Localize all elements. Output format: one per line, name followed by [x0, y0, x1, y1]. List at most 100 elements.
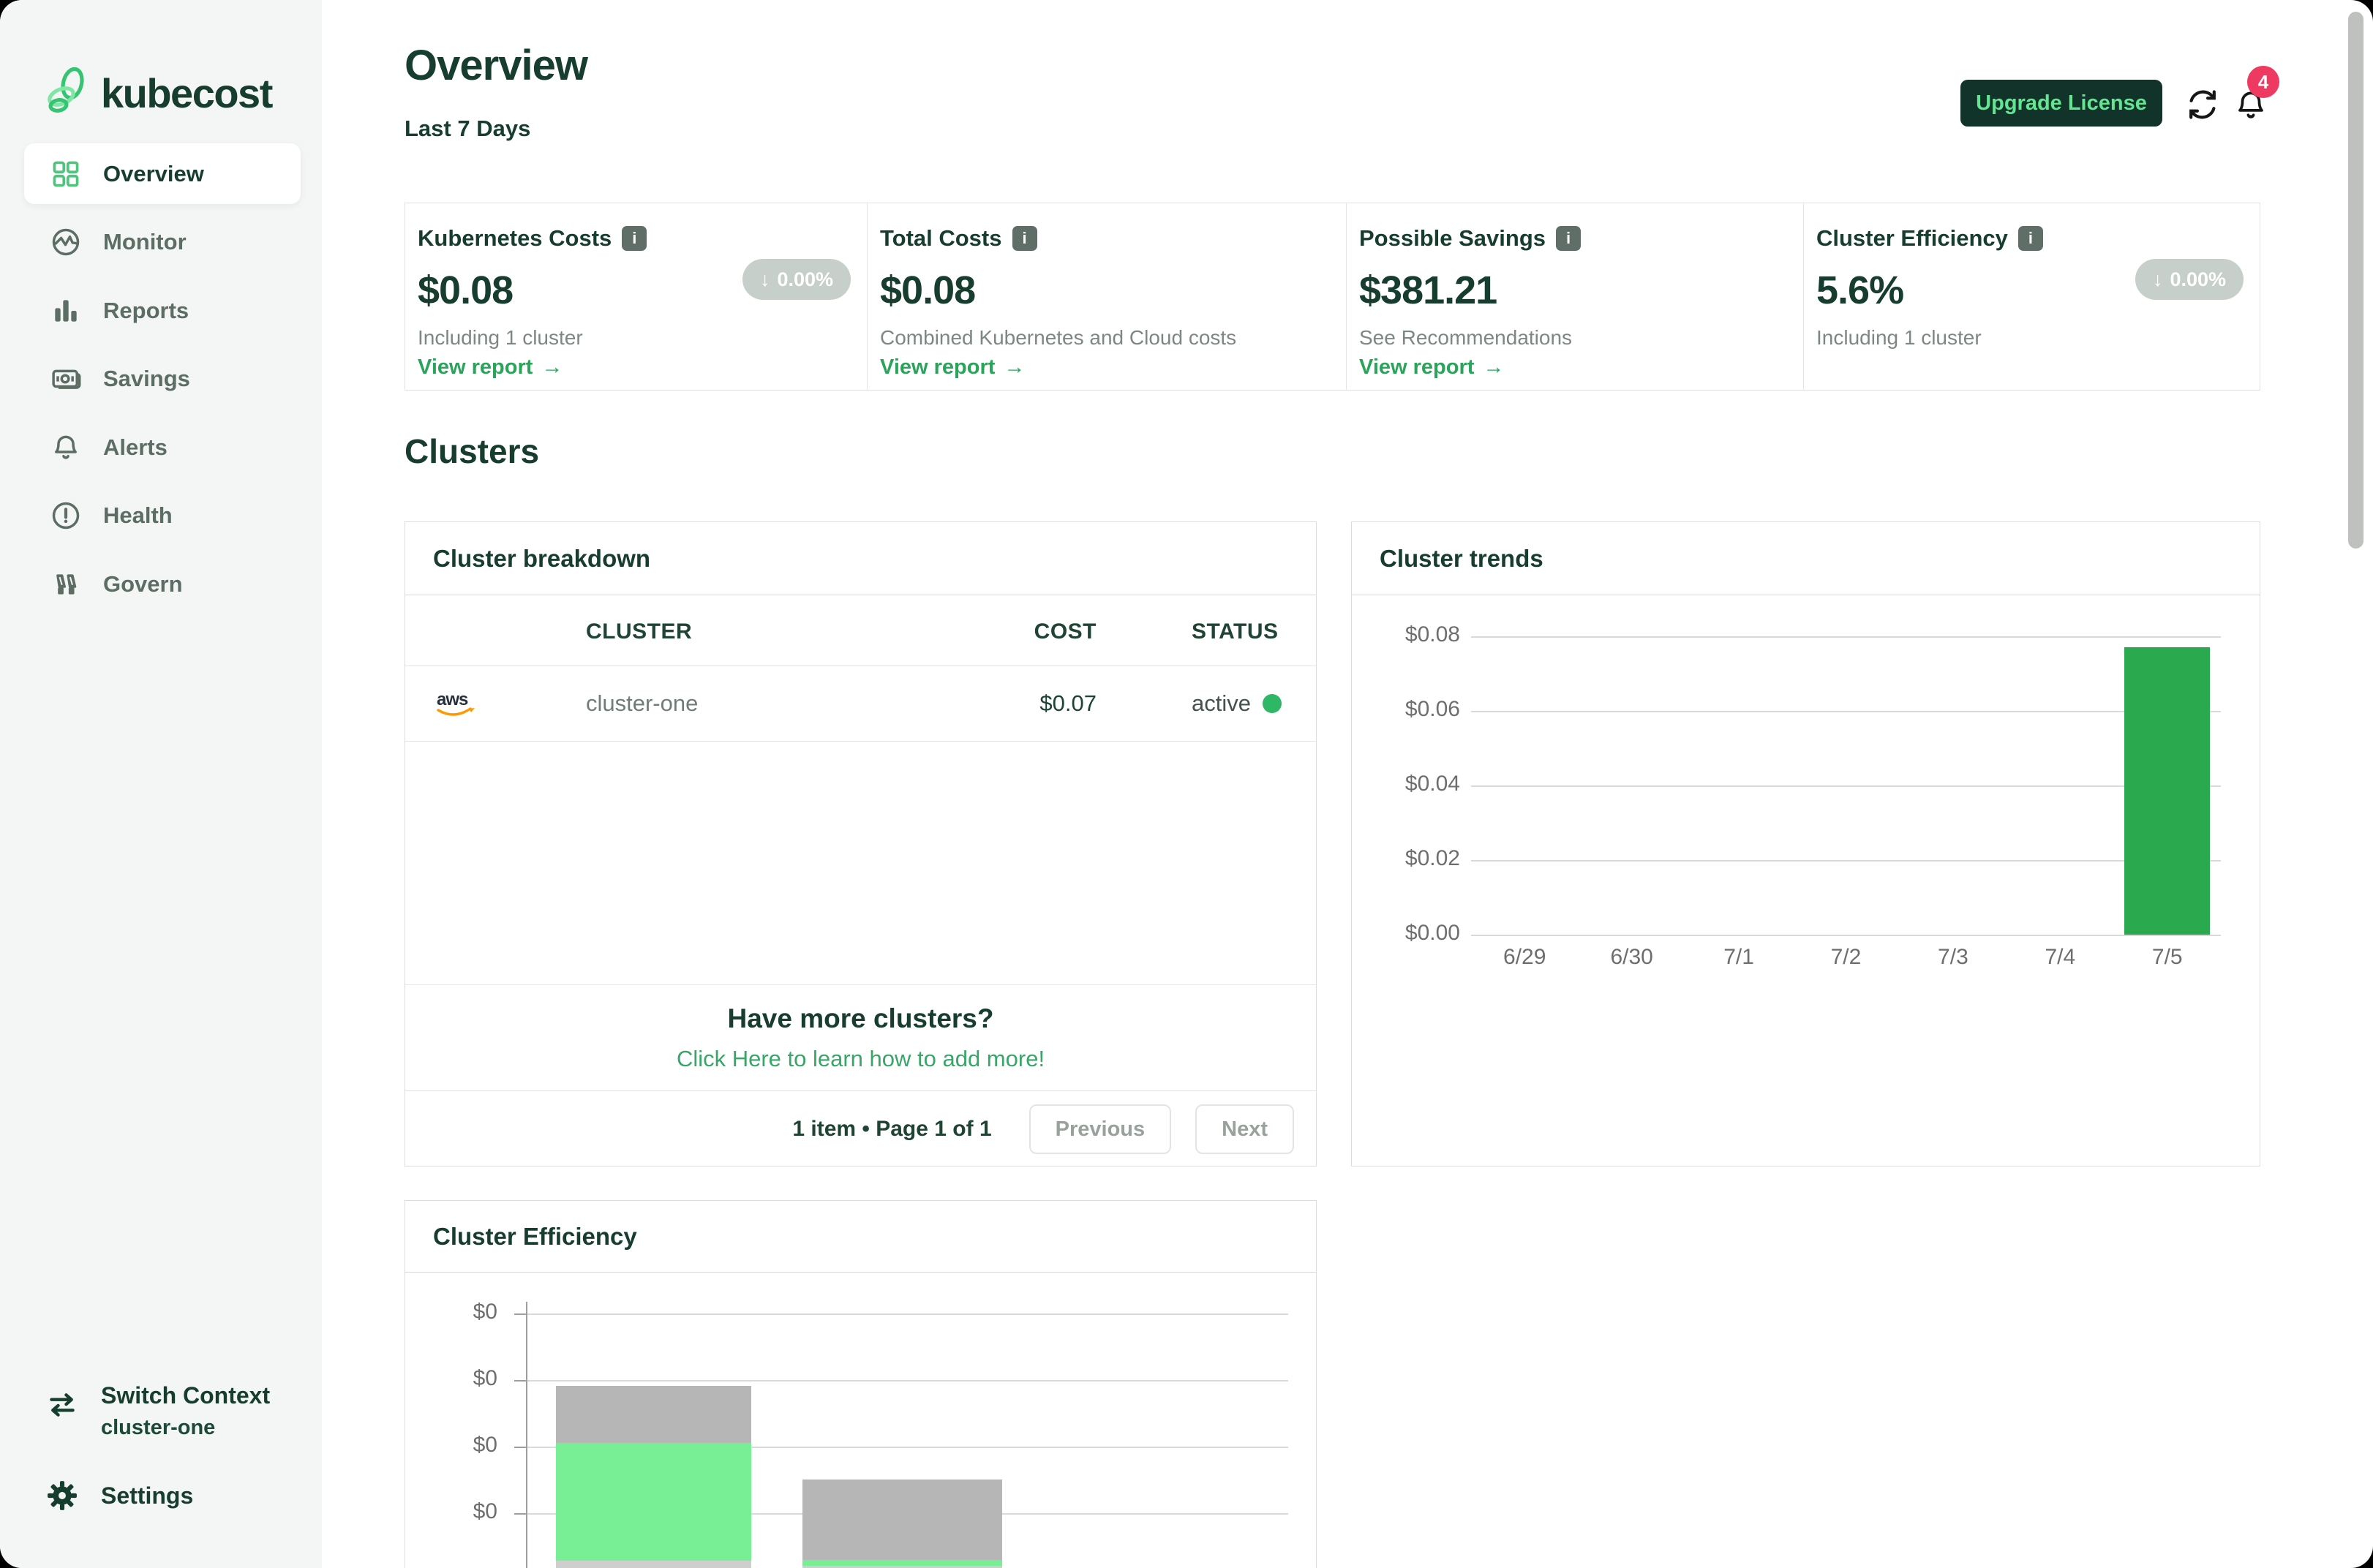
sidebar-item-label: Monitor [103, 229, 187, 255]
gear-icon [45, 1479, 79, 1512]
card-title: Cluster trends [1380, 545, 1543, 573]
y-axis-tick-label: $0 [405, 1499, 497, 1524]
next-page-button[interactable]: Next [1195, 1104, 1294, 1154]
sidebar-item-label: Savings [103, 366, 190, 392]
stat-card-possible-savings: Possible Savings i $381.21 ↓ See Recomme… [1347, 203, 1804, 390]
settings-button[interactable]: Settings [45, 1479, 193, 1512]
cluster-cost: $0.07 [1009, 690, 1097, 717]
y-axis-tick [514, 1447, 526, 1448]
sidebar-item-reports[interactable]: Reports [24, 280, 301, 341]
gridline [1471, 935, 2221, 936]
info-icon[interactable]: i [1556, 226, 1581, 251]
efficiency-bar-segment [556, 1386, 751, 1443]
cluster-trends-card: Cluster trends $0.00$0.02$0.04$0.06$0.08… [1351, 521, 2260, 1166]
aws-logo: aws [432, 686, 482, 725]
kubecost-logo[interactable]: kubecost [45, 67, 272, 119]
stat-subtext: Including 1 cluster [1816, 326, 1982, 350]
sidebar: kubecost Overview Monitor [0, 0, 322, 1568]
sidebar-item-label: Reports [103, 298, 189, 324]
arrow-right-icon: → [1483, 355, 1504, 380]
efficiency-bar-segment [556, 1443, 751, 1560]
card-header: Cluster breakdown [405, 522, 1316, 595]
y-axis-tick [514, 1380, 526, 1382]
notification-count-badge[interactable]: 4 [2247, 66, 2279, 98]
add-clusters-link[interactable]: Click Here to learn how to add more! [677, 1046, 1045, 1072]
barrier-icon [49, 568, 83, 601]
stat-value: $0.08 [880, 268, 1346, 313]
gridline [526, 1380, 1288, 1382]
banknote-icon [49, 362, 83, 396]
delta-badge: ↓ 0.00% [742, 259, 851, 300]
sidebar-item-alerts[interactable]: Alerts [24, 417, 301, 478]
arrow-right-icon: → [1004, 355, 1025, 380]
grid-icon [49, 157, 83, 191]
table-row[interactable]: aws cluster-one $0.07 active [405, 666, 1316, 742]
info-icon[interactable]: i [2018, 226, 2043, 251]
card-title: Cluster Efficiency [433, 1223, 637, 1251]
swap-arrows-icon [45, 1388, 79, 1422]
card-title: Cluster breakdown [433, 545, 650, 573]
arrow-right-icon: → [541, 355, 563, 380]
stat-title: Total Costs [880, 225, 1002, 252]
x-axis-tick-label: 6/30 [1578, 945, 1685, 970]
sidebar-item-monitor[interactable]: Monitor [24, 211, 301, 272]
delta-badge: ↓ 0.00% [2135, 259, 2244, 300]
efficiency-bar-segment [802, 1480, 1002, 1560]
info-icon[interactable]: i [622, 226, 647, 251]
efficiency-bar-segment [802, 1560, 1002, 1566]
clusters-heading: Clusters [405, 431, 539, 471]
stat-title: Cluster Efficiency [1816, 225, 2008, 252]
stat-title: Kubernetes Costs [418, 225, 612, 252]
switch-context-label: Switch Context [101, 1384, 270, 1407]
x-axis-tick-label: 7/3 [1900, 945, 2007, 970]
sidebar-item-overview[interactable]: Overview [24, 143, 301, 204]
x-axis-tick-label: 7/5 [2114, 945, 2221, 970]
page-title: Overview [405, 41, 587, 90]
stat-subtext: Including 1 cluster [418, 326, 583, 350]
y-axis-tick-label: $0.06 [1352, 697, 1460, 722]
view-report-label: View report [1359, 355, 1474, 380]
x-axis-tick-label: 6/29 [1471, 945, 1578, 970]
column-cost: COST [1009, 619, 1097, 644]
trend-bar [2124, 647, 2210, 935]
pulse-icon [49, 225, 83, 259]
sidebar-item-savings[interactable]: Savings [24, 348, 301, 409]
y-axis-tick-label: $0.04 [1352, 772, 1460, 796]
gridline [1471, 785, 2221, 787]
stat-title: Possible Savings [1359, 225, 1546, 252]
view-report-link[interactable]: View report → [1359, 355, 1504, 380]
y-axis-tick [514, 1513, 526, 1515]
switch-context[interactable]: Switch Context cluster-one [45, 1384, 270, 1440]
info-icon[interactable]: i [1012, 226, 1037, 251]
gridline [526, 1313, 1288, 1315]
stat-subtext: See Recommendations [1359, 326, 1572, 350]
arrow-down-icon: ↓ [2153, 268, 2163, 291]
stat-card-cluster-efficiency: Cluster Efficiency i 5.6% ↓ 0.00% Includ… [1804, 203, 2260, 390]
kubecost-logo-icon [45, 67, 88, 119]
stat-subtext: Combined Kubernetes and Cloud costs [880, 326, 1236, 350]
alert-circle-icon [49, 499, 83, 532]
previous-page-button[interactable]: Previous [1029, 1104, 1172, 1154]
table-header-row: CLUSTER COST STATUS [405, 595, 1316, 666]
view-report-link[interactable]: View report → [880, 355, 1025, 380]
cluster-trends-plot: $0.00$0.02$0.04$0.06$0.086/296/307/17/27… [1352, 595, 2260, 1166]
column-status: STATUS [1192, 619, 1279, 644]
scrollbar-thumb[interactable] [2348, 12, 2363, 549]
gridline [1471, 860, 2221, 862]
y-axis-line [526, 1302, 527, 1568]
stat-card-kubernetes-costs: Kubernetes Costs i $0.08 ↓ 0.00% Includi… [405, 203, 868, 390]
card-header: Cluster trends [1352, 522, 2260, 595]
x-axis-tick-label: 7/2 [1792, 945, 1899, 970]
sidebar-item-label: Overview [103, 161, 204, 187]
y-axis-tick-label: $0 [405, 1433, 497, 1458]
view-report-link[interactable]: View report → [418, 355, 563, 380]
y-axis-tick [514, 1313, 526, 1315]
cluster-name: cluster-one [586, 690, 698, 717]
sidebar-item-health[interactable]: Health [24, 485, 301, 546]
bell-icon [49, 431, 83, 464]
cluster-efficiency-plot: $0$0$0$0 [405, 1273, 1316, 1568]
upgrade-license-button[interactable]: Upgrade License [1960, 80, 2162, 127]
sidebar-item-govern[interactable]: Govern [24, 554, 301, 614]
view-report-label: View report [418, 355, 533, 380]
refresh-icon[interactable] [2184, 86, 2221, 127]
